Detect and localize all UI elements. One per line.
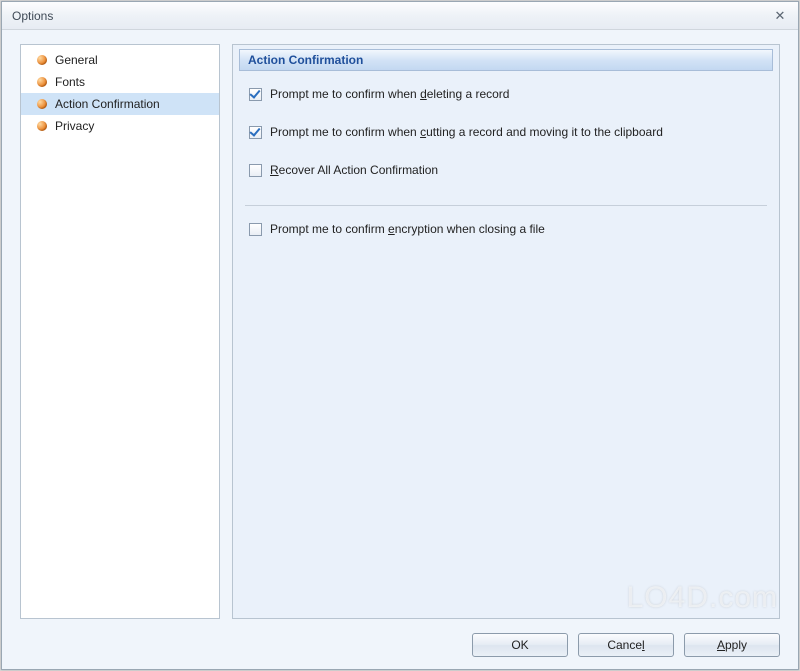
sidebar-item-general[interactable]: General xyxy=(21,49,219,71)
sidebar-item-label: Privacy xyxy=(55,119,94,133)
bullet-icon xyxy=(37,55,47,65)
checkbox[interactable] xyxy=(249,223,262,236)
option-prompt-encryption[interactable]: Prompt me to confirm encryption when clo… xyxy=(239,214,773,244)
window-title: Options xyxy=(12,9,768,23)
options-dialog: Options ✕ General Fonts Action Confirmat… xyxy=(1,1,799,670)
checkbox[interactable] xyxy=(249,126,262,139)
sidebar-item-fonts[interactable]: Fonts xyxy=(21,71,219,93)
checkbox-label[interactable]: Recover All Action Confirmation xyxy=(270,163,438,177)
checkbox-label[interactable]: Prompt me to confirm when deleting a rec… xyxy=(270,87,509,101)
apply-button[interactable]: Apply xyxy=(684,633,780,657)
option-prompt-delete[interactable]: Prompt me to confirm when deleting a rec… xyxy=(239,79,773,109)
close-icon[interactable]: ✕ xyxy=(768,7,792,25)
sidebar-item-label: Fonts xyxy=(55,75,85,89)
content-area: General Fonts Action Confirmation Privac… xyxy=(20,44,780,619)
checkbox-label[interactable]: Prompt me to confirm when cutting a reco… xyxy=(270,125,663,139)
section-header: Action Confirmation xyxy=(239,49,773,71)
sidebar-item-label: Action Confirmation xyxy=(55,97,160,111)
settings-panel: Action Confirmation Prompt me to confirm… xyxy=(232,44,780,619)
cancel-button[interactable]: Cancel xyxy=(578,633,674,657)
titlebar: Options ✕ xyxy=(2,2,798,30)
sidebar-item-action-confirmation[interactable]: Action Confirmation xyxy=(21,93,219,115)
dialog-buttons: OK Cancel Apply xyxy=(472,633,780,657)
divider xyxy=(245,205,767,206)
option-recover-all[interactable]: Recover All Action Confirmation xyxy=(239,155,773,185)
category-sidebar: General Fonts Action Confirmation Privac… xyxy=(20,44,220,619)
sidebar-item-label: General xyxy=(55,53,98,67)
checkbox[interactable] xyxy=(249,164,262,177)
sidebar-item-privacy[interactable]: Privacy xyxy=(21,115,219,137)
bullet-icon xyxy=(37,121,47,131)
bullet-icon xyxy=(37,77,47,87)
bullet-icon xyxy=(37,99,47,109)
ok-button[interactable]: OK xyxy=(472,633,568,657)
checkbox[interactable] xyxy=(249,88,262,101)
checkbox-label[interactable]: Prompt me to confirm encryption when clo… xyxy=(270,222,545,236)
option-prompt-cut[interactable]: Prompt me to confirm when cutting a reco… xyxy=(239,117,773,147)
